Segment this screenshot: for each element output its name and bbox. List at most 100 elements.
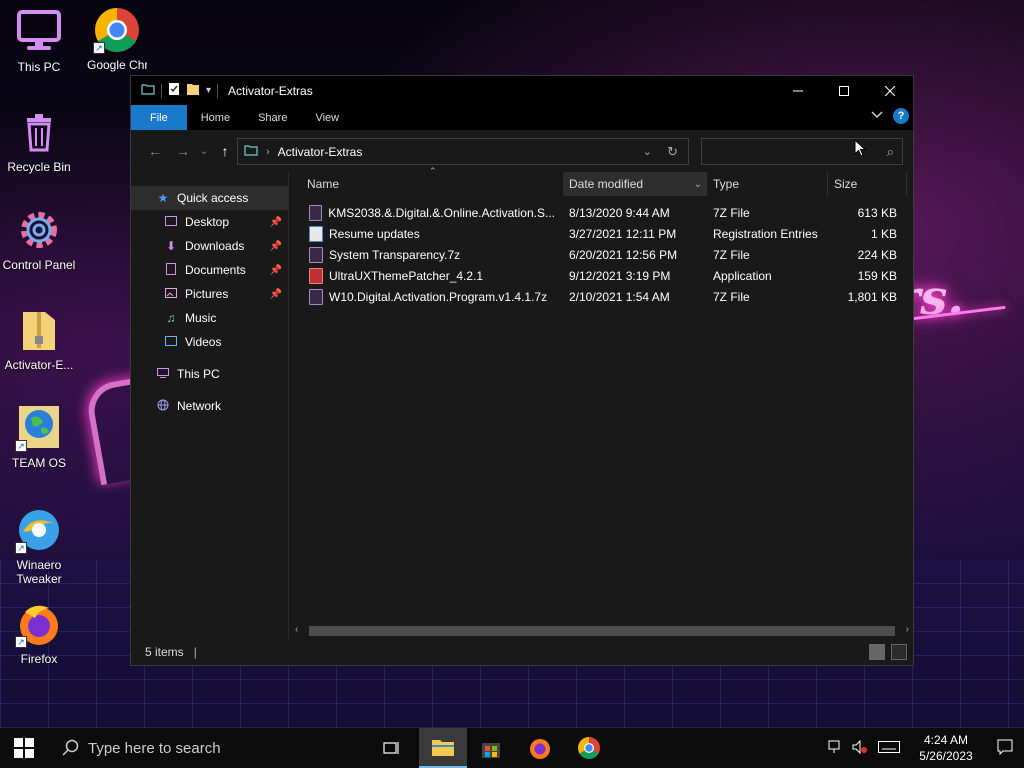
- file-type: Application: [713, 268, 772, 283]
- network-icon[interactable]: [824, 740, 848, 757]
- breadcrumb-activator-extras[interactable]: Activator-Extras: [278, 145, 363, 159]
- search-box[interactable]: ⌕: [701, 138, 903, 165]
- minimize-button[interactable]: [775, 76, 821, 105]
- taskbar-firefox[interactable]: [516, 728, 564, 768]
- up-arrow-icon[interactable]: ↑: [211, 143, 239, 159]
- scrollbar-thumb[interactable]: [309, 626, 895, 636]
- details-view-icon[interactable]: [869, 644, 885, 660]
- scroll-left-arrow-icon[interactable]: ‹: [295, 624, 298, 635]
- file-row[interactable]: Resume updates 3/27/2021 12:11 PM Regist…: [291, 223, 907, 244]
- title-bar[interactable]: ▾ Activator-Extras: [131, 76, 913, 105]
- file-name: Resume updates: [329, 226, 420, 241]
- file-row[interactable]: System Transparency.7z 6/20/2021 12:56 P…: [291, 244, 907, 265]
- taskbar-search-box[interactable]: Type here to search: [48, 728, 368, 768]
- item-count: 5 items: [145, 645, 184, 659]
- documents-icon: [163, 262, 179, 278]
- nav-item-network[interactable]: Network: [131, 394, 288, 418]
- taskbar-search-placeholder: Type here to search: [88, 739, 221, 757]
- file-name-cell: Resume updates: [309, 223, 555, 244]
- large-icons-view-icon[interactable]: [891, 644, 907, 660]
- breadcrumb-separator-icon[interactable]: ›: [266, 146, 270, 158]
- column-header-date-modified[interactable]: Date modified ⌄: [563, 172, 707, 196]
- column-dropdown-icon[interactable]: ⌄: [694, 179, 702, 190]
- properties-check-icon[interactable]: [168, 82, 180, 99]
- start-button[interactable]: [0, 728, 48, 768]
- desktop-icon-label: Firefox: [20, 652, 58, 666]
- nav-item-pictures[interactable]: Pictures 📌: [131, 282, 288, 306]
- nav-item-quick-access[interactable]: ★ Quick access: [131, 186, 288, 210]
- recent-locations-chevron-icon[interactable]: ⌄: [197, 146, 211, 157]
- refresh-icon[interactable]: ↻: [667, 144, 678, 160]
- scroll-right-arrow-icon[interactable]: ›: [906, 624, 909, 635]
- nav-item-this-pc[interactable]: This PC: [131, 362, 288, 386]
- close-button[interactable]: [867, 76, 913, 105]
- address-bar[interactable]: › Activator-Extras ⌄ ↻: [237, 138, 689, 165]
- nav-item-music[interactable]: ♫ Music: [131, 306, 288, 330]
- file-name: KMS2038.&.Digital.&.Online.Activation.S.…: [328, 205, 555, 220]
- taskbar-chrome[interactable]: [565, 728, 613, 768]
- help-button[interactable]: ?: [893, 108, 909, 124]
- desktop-icon-activator-extras[interactable]: Activator-E...: [1, 306, 77, 372]
- windows-logo-icon: [14, 738, 34, 758]
- search-input[interactable]: [702, 144, 872, 159]
- search-icon: [62, 739, 79, 756]
- task-view-button[interactable]: [368, 728, 416, 768]
- chrome-icon: [578, 737, 600, 759]
- nav-item-downloads[interactable]: ⬇ Downloads 📌: [131, 234, 288, 258]
- back-arrow-icon[interactable]: ←: [141, 143, 169, 159]
- desktop-icon-google-chrome[interactable]: ↗ Google Chrom: [79, 6, 155, 72]
- desktop-icon-firefox[interactable]: ↗ Firefox: [1, 600, 77, 666]
- address-dropdown-icon[interactable]: ⌄: [643, 145, 652, 158]
- new-folder-icon[interactable]: [186, 82, 200, 99]
- nav-item-documents[interactable]: Documents 📌: [131, 258, 288, 282]
- desktop-icon-this-pc[interactable]: This PC: [1, 8, 77, 74]
- clock[interactable]: 4:24 AM 5/26/2023: [906, 732, 986, 764]
- winaero-icon: ↗: [15, 506, 63, 554]
- gear-icon: [15, 206, 63, 254]
- desktop-icon-label: This PC: [17, 60, 61, 74]
- star-icon: ★: [157, 191, 169, 205]
- pin-icon: 📌: [269, 264, 282, 276]
- file-date: 2/10/2021 1:54 AM: [569, 289, 670, 304]
- taskbar-microsoft-store[interactable]: [467, 728, 515, 768]
- ribbon-right-controls: ?: [871, 108, 909, 124]
- nav-item-desktop[interactable]: Desktop 📌: [131, 210, 288, 234]
- search-icon[interactable]: ⌕: [887, 144, 894, 160]
- computer-icon: [15, 8, 63, 56]
- recycle-bin-icon: [15, 108, 63, 156]
- tab-file[interactable]: File: [131, 105, 187, 130]
- task-view-icon: [383, 742, 399, 754]
- file-list-pane: ⌃ Name Date modified ⌄ Type Size KMS2038…: [291, 166, 913, 640]
- tab-home[interactable]: Home: [187, 105, 244, 130]
- globe-icon: ↗: [15, 404, 63, 452]
- expand-ribbon-chevron-icon[interactable]: [871, 110, 883, 122]
- taskbar-file-explorer[interactable]: [419, 728, 467, 768]
- desktop-icon-team-os[interactable]: ↗ TEAM OS: [1, 404, 77, 470]
- forward-arrow-icon[interactable]: →: [169, 143, 197, 159]
- nav-item-label: Downloads: [185, 239, 245, 253]
- column-header-type[interactable]: Type: [707, 172, 828, 196]
- file-row[interactable]: UltraUXThemePatcher_4.2.1 9/12/2021 3:19…: [291, 265, 907, 286]
- firefox-icon: ↗: [15, 600, 63, 648]
- horizontal-scrollbar[interactable]: ‹ ›: [291, 622, 913, 640]
- nav-item-videos[interactable]: Videos: [131, 330, 288, 354]
- tab-view[interactable]: View: [301, 105, 353, 130]
- column-header-size[interactable]: Size: [828, 172, 907, 196]
- customize-toolbar-chevron-icon[interactable]: ▾: [206, 85, 211, 96]
- tab-share[interactable]: Share: [244, 105, 301, 130]
- window-title: Activator-Extras: [228, 83, 313, 98]
- desktop-icon-label: Activator-E...: [4, 358, 74, 372]
- column-header-name[interactable]: Name: [301, 172, 563, 196]
- file-row[interactable]: KMS2038.&.Digital.&.Online.Activation.S.…: [291, 202, 907, 223]
- file-date: 3/27/2021 12:11 PM: [569, 226, 677, 241]
- file-size: 1 KB: [870, 226, 897, 241]
- desktop-icon-control-panel[interactable]: Control Panel: [1, 206, 77, 272]
- file-row[interactable]: W10.Digital.Activation.Program.v1.4.1.7z…: [291, 286, 907, 307]
- maximize-button[interactable]: [821, 76, 867, 105]
- file-size: 159 KB: [857, 268, 897, 283]
- desktop-icon-winaero-tweaker[interactable]: ↗ Winaero Tweaker: [1, 506, 77, 586]
- volume-muted-icon[interactable]: [848, 739, 872, 757]
- desktop-icon-recycle-bin[interactable]: Recycle Bin: [1, 108, 77, 174]
- keyboard-icon[interactable]: [872, 740, 906, 756]
- notifications-icon[interactable]: [986, 739, 1024, 758]
